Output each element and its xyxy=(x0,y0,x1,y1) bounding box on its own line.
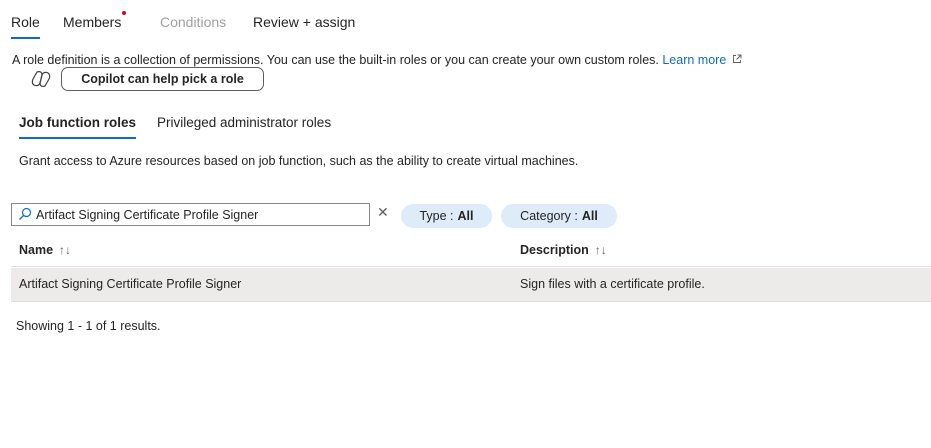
clear-search-icon[interactable]: ✕ xyxy=(377,204,389,221)
type-filter-label: Type : xyxy=(419,209,454,223)
category-filter-label: Category : xyxy=(520,209,578,223)
copilot-pick-role-button[interactable]: Copilot can help pick a role xyxy=(61,67,264,91)
search-input[interactable] xyxy=(36,204,356,225)
learn-more-link[interactable]: Learn more xyxy=(662,53,742,67)
type-filter[interactable]: Type : All xyxy=(401,204,492,228)
sort-icon[interactable]: ↑↓ xyxy=(595,243,607,257)
tab-members[interactable]: Members xyxy=(63,12,121,32)
role-name-cell: Artifact Signing Certificate Profile Sig… xyxy=(19,277,242,291)
external-link-icon xyxy=(732,54,742,63)
table-row[interactable]: Artifact Signing Certificate Profile Sig… xyxy=(11,268,931,301)
tab-conditions: Conditions xyxy=(160,14,227,30)
table-header-divider xyxy=(11,266,931,267)
tab-job-function-roles[interactable]: Job function roles xyxy=(19,114,137,139)
type-filter-value: All xyxy=(457,209,474,223)
intro-description: A role definition is a collection of per… xyxy=(12,53,659,67)
results-count: Showing 1 - 1 of 1 results. xyxy=(16,319,161,333)
search-field[interactable] xyxy=(11,203,370,226)
category-filter[interactable]: Category : All xyxy=(501,204,617,228)
tab-review-assign[interactable]: Review + assign xyxy=(253,12,355,32)
tab-privileged-administrator-roles[interactable]: Privileged administrator roles xyxy=(157,114,331,132)
sort-icon[interactable]: ↑↓ xyxy=(59,243,71,257)
row-divider xyxy=(11,301,931,302)
column-header-name[interactable]: Name ↑↓ xyxy=(19,243,71,257)
search-icon xyxy=(19,207,32,220)
role-description-cell: Sign files with a certificate profile. xyxy=(520,277,705,291)
column-header-description[interactable]: Description ↑↓ xyxy=(520,243,607,257)
category-filter-value: All xyxy=(581,209,598,223)
tab-role[interactable]: Role xyxy=(11,12,40,39)
role-tab-description: Grant access to Azure resources based on… xyxy=(19,154,579,168)
notification-dot xyxy=(122,11,126,15)
copilot-icon xyxy=(31,71,51,87)
